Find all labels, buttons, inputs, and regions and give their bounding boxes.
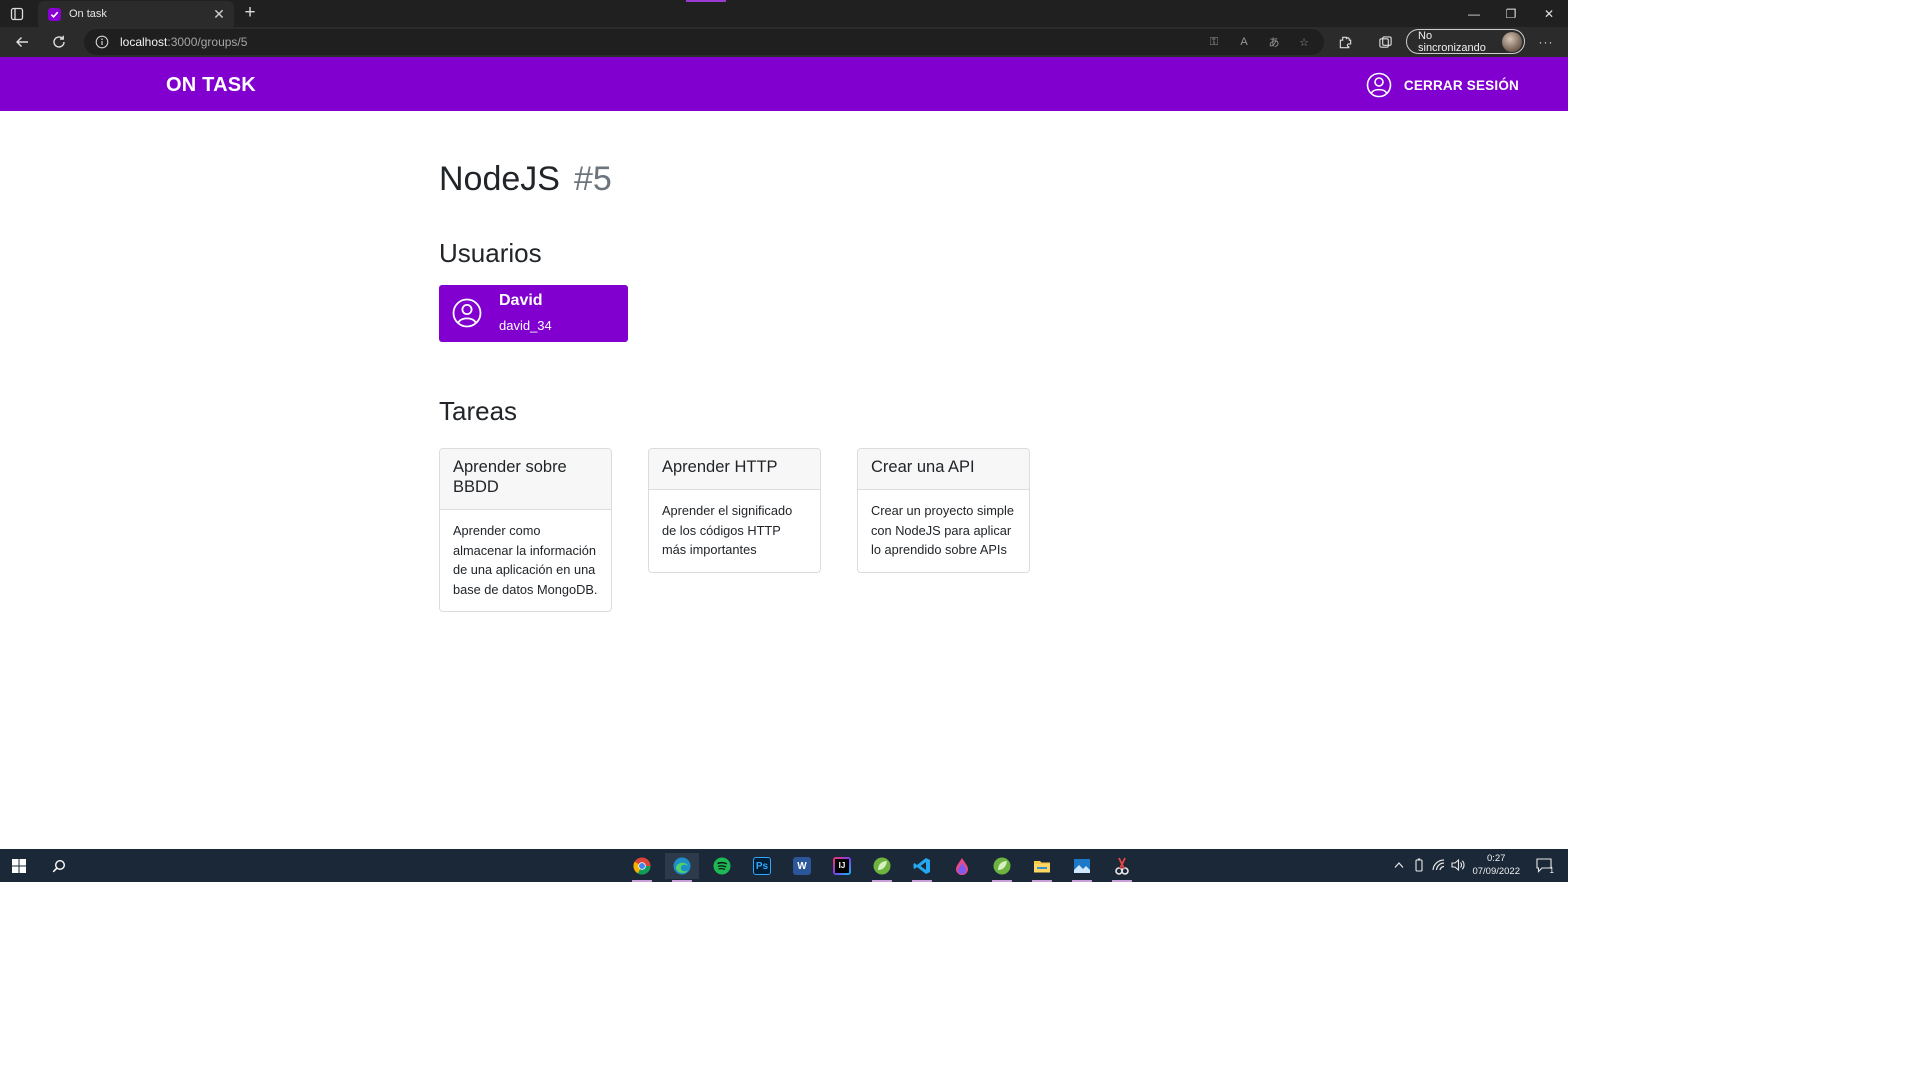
task-title: Aprender sobre BBDD <box>440 449 611 510</box>
spring-tools-icon[interactable] <box>865 853 899 882</box>
logout-button[interactable]: CERRAR SESIÓN <box>1366 72 1519 98</box>
tasks-heading: Tareas <box>439 396 518 426</box>
snipping-tool-icon[interactable] <box>1105 853 1139 882</box>
group-name: NodeJS <box>439 160 560 198</box>
back-arrow-icon[interactable] <box>11 31 33 53</box>
user-username: david_34 <box>499 318 552 333</box>
running-indicator <box>632 880 652 882</box>
page-title: NodeJS #5 <box>439 160 612 199</box>
photos-icon[interactable] <box>1065 853 1099 882</box>
user-name: David <box>499 292 543 309</box>
running-indicator <box>992 880 1012 882</box>
edge-icon[interactable] <box>665 853 699 882</box>
user-avatar-icon <box>452 298 482 328</box>
restore-button[interactable]: ❐ <box>1492 0 1530 27</box>
spring-tools-2-icon[interactable] <box>985 853 1019 882</box>
system-clock[interactable]: 0:27 07/09/2022 <box>1472 852 1520 878</box>
browser-tab-active[interactable]: On task ✕ <box>38 1 234 27</box>
url-host: localhost <box>120 35 168 49</box>
profile-avatar <box>1502 31 1522 52</box>
running-indicator <box>1112 880 1132 882</box>
app-navbar: ON TASK CERRAR SESIÓN <box>0 57 1568 111</box>
word-icon[interactable]: W <box>785 853 819 879</box>
profile-sync-label: No sincronizando <box>1418 29 1486 54</box>
site-info-icon[interactable] <box>94 34 110 50</box>
address-bar[interactable]: localhost:3000/groups/5 ⚿ A あ ☆ <box>84 29 1324 55</box>
volume-icon[interactable] <box>1449 856 1467 874</box>
group-id: #5 <box>573 160 612 198</box>
chrome-icon[interactable] <box>625 853 659 882</box>
task-description: Crear un proyecto simple con NodeJS para… <box>871 503 1014 558</box>
task-card[interactable]: Crear una API Crear un proyecto simple c… <box>857 448 1030 573</box>
new-tab-button[interactable]: + <box>240 3 260 23</box>
browser-toolbar: localhost:3000/groups/5 ⚿ A あ ☆ No sincr… <box>0 27 1568 57</box>
user-card[interactable]: David david_34 <box>439 285 628 342</box>
close-window-button[interactable]: ✕ <box>1530 0 1568 27</box>
task-title: Crear una API <box>858 449 1029 490</box>
more-menu-icon[interactable]: ··· <box>1535 31 1557 53</box>
task-description: Aprender como almacenar la información d… <box>453 523 598 597</box>
running-indicator <box>872 880 892 882</box>
task-card[interactable]: Aprender sobre BBDD Aprender como almace… <box>439 448 612 613</box>
collections-icon[interactable] <box>1374 31 1396 53</box>
windows-start-icon[interactable] <box>2 853 36 879</box>
logout-label: CERRAR SESIÓN <box>1403 77 1519 93</box>
spotify-icon[interactable] <box>705 853 739 879</box>
brand-logo[interactable]: ON TASK <box>166 74 256 97</box>
photoshop-icon[interactable]: Ps <box>745 853 779 879</box>
show-hidden-icons[interactable] <box>1390 856 1408 874</box>
clock-time: 0:27 <box>1486 853 1506 864</box>
favorite-star-icon[interactable]: ☆ <box>1296 34 1312 50</box>
wifi-icon[interactable] <box>1430 856 1448 874</box>
task-card[interactable]: Aprender HTTP Aprender el significado de… <box>648 448 821 573</box>
task-description: Aprender el significado de los códigos H… <box>662 503 793 558</box>
search-icon[interactable] <box>42 853 76 879</box>
vscode-icon[interactable] <box>905 853 939 882</box>
url-path: :3000/groups/5 <box>167 35 248 49</box>
minimize-button[interactable]: — <box>1455 0 1493 27</box>
browser-tab-strip: On task ✕ + — ❐ ✕ <box>0 0 1568 27</box>
task-title: Aprender HTTP <box>649 449 820 490</box>
read-aloud-icon[interactable]: A <box>1236 34 1252 50</box>
checkmark-favicon-icon <box>48 7 61 21</box>
profile-button[interactable]: No sincronizando <box>1406 29 1525 54</box>
clock-date: 07/09/2022 <box>1472 866 1520 877</box>
tab-title: On task <box>69 8 107 20</box>
notification-center-icon[interactable]: 1 <box>1534 855 1554 875</box>
running-indicator <box>1072 880 1092 882</box>
tab-actions-icon[interactable] <box>8 5 26 23</box>
running-indicator <box>912 880 932 882</box>
tab-indicator-bar <box>686 0 726 2</box>
reload-icon[interactable] <box>48 31 70 53</box>
battery-icon[interactable] <box>1410 856 1428 874</box>
tab-close-icon[interactable]: ✕ <box>212 7 226 21</box>
users-heading: Usuarios <box>439 238 542 268</box>
intellij-icon[interactable]: IJ <box>825 853 859 879</box>
notification-count: 1 <box>1549 866 1554 875</box>
running-indicator <box>672 880 692 882</box>
running-indicator <box>1032 880 1052 882</box>
file-explorer-icon[interactable] <box>1025 853 1059 882</box>
translate-icon[interactable]: あ <box>1266 34 1282 50</box>
key-icon[interactable]: ⚿ <box>1206 34 1222 50</box>
windows-taskbar: Ps W IJ 0:27 07/09/2022 1 <box>0 849 1568 882</box>
extensions-icon[interactable] <box>1334 31 1356 53</box>
paint-drop-icon[interactable] <box>945 853 979 879</box>
user-circle-icon <box>1366 72 1392 98</box>
